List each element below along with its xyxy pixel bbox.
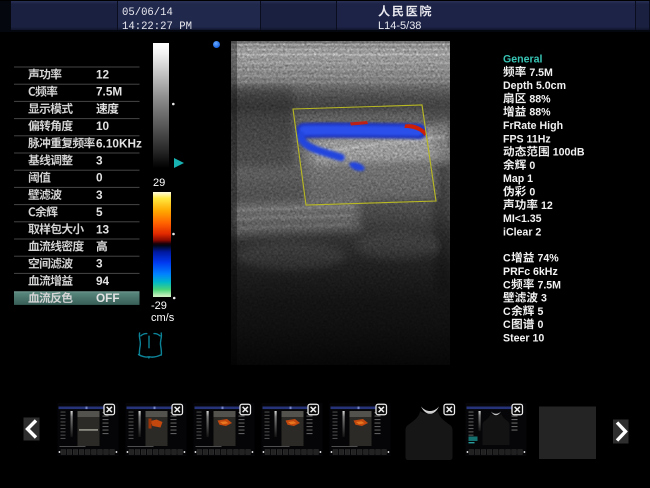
svg-text:0: 0 <box>526 187 535 199</box>
svg-text:Depth 5.0cm: Depth 5.0cm <box>503 80 566 92</box>
svg-text:3: 3 <box>96 188 103 202</box>
svg-text:10: 10 <box>96 119 110 133</box>
svg-text:C: C <box>503 279 511 291</box>
svg-text:C: C <box>503 306 511 318</box>
svg-text:C: C <box>503 319 511 331</box>
svg-text:88%: 88% <box>526 93 551 105</box>
svg-text:6.10KHz: 6.10KHz <box>96 136 142 150</box>
svg-text:FrRate High: FrRate High <box>503 120 563 132</box>
svg-text:PRFc 6kHz: PRFc 6kHz <box>503 266 558 278</box>
svg-text:0: 0 <box>96 171 103 185</box>
svg-text:12: 12 <box>538 200 553 212</box>
svg-text:05/06/14: 05/06/14 <box>122 7 173 19</box>
svg-text:88%: 88% <box>526 107 551 119</box>
svg-text:7.5M: 7.5M <box>96 85 122 99</box>
svg-text:L14-5/38: L14-5/38 <box>378 20 421 32</box>
svg-text:iClear 2: iClear 2 <box>503 226 541 238</box>
svg-text:MI<1.35: MI<1.35 <box>503 213 542 225</box>
svg-text:FPS 11Hz: FPS 11Hz <box>503 133 551 145</box>
svg-text:7.5M: 7.5M <box>535 279 562 291</box>
svg-text:3: 3 <box>96 257 103 271</box>
svg-text:5: 5 <box>535 306 544 318</box>
svg-text:Steer 10: Steer 10 <box>503 333 544 345</box>
svg-text:0: 0 <box>526 160 535 172</box>
svg-text:100dB: 100dB <box>550 147 585 159</box>
svg-text:Map 1: Map 1 <box>503 173 533 185</box>
svg-text:OFF: OFF <box>96 291 120 305</box>
svg-text:3: 3 <box>96 154 103 168</box>
svg-text:7.5M: 7.5M <box>526 67 553 79</box>
svg-text:13: 13 <box>96 222 110 236</box>
svg-text:3: 3 <box>538 293 547 305</box>
svg-text:12: 12 <box>96 68 110 82</box>
svg-text:14:22:27 PM: 14:22:27 PM <box>122 21 192 33</box>
svg-text:General: General <box>503 54 543 66</box>
svg-text:0: 0 <box>535 319 544 331</box>
svg-text:74%: 74% <box>535 253 560 265</box>
svg-text:C: C <box>503 253 511 265</box>
svg-text:94: 94 <box>96 274 110 288</box>
svg-text:5: 5 <box>96 205 103 219</box>
